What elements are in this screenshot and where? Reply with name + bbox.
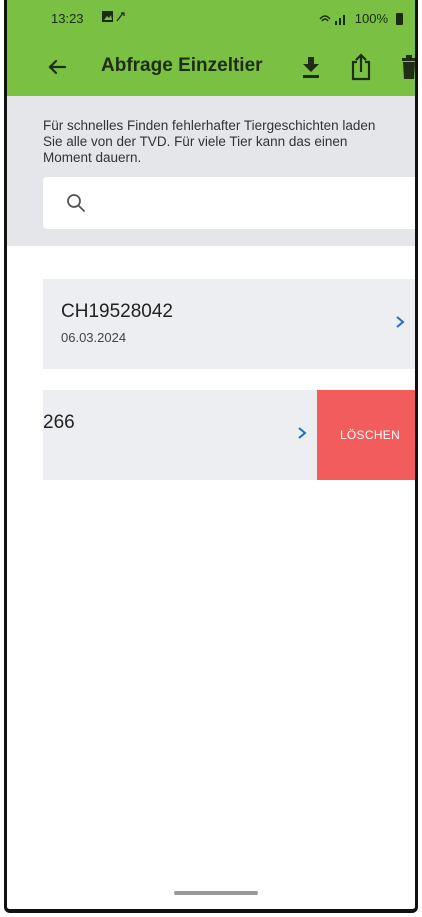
notification-icons (101, 10, 131, 27)
battery-icon (396, 12, 403, 25)
download-icon (303, 57, 319, 78)
list-item[interactable]: CH19528042 06.03.2024 (43, 279, 415, 369)
swipe-delete-button[interactable]: LÖSCHEN (317, 390, 415, 480)
gesture-nav-handle[interactable] (174, 891, 258, 895)
status-bar: 13:23 100% (7, 0, 415, 40)
info-panel: Für schnelles Finden fehlerhafter Tierge… (7, 96, 415, 246)
battery-percent: 100% (354, 11, 388, 26)
animal-date: 06.03.2024 (61, 330, 127, 345)
search-icon (67, 194, 85, 212)
search-input[interactable] (43, 177, 415, 229)
app-bar: Abfrage Einzeltier (7, 40, 415, 96)
trash-icon (402, 55, 415, 79)
share-icon (351, 53, 371, 81)
share-button[interactable] (347, 52, 375, 82)
gallery-icon (102, 11, 125, 22)
download-button[interactable] (297, 52, 325, 82)
back-button[interactable] (43, 53, 71, 81)
page-title: Abfrage Einzeltier (101, 55, 263, 76)
status-right: 100% (319, 11, 403, 26)
animal-id: CH19528042 (61, 301, 173, 322)
info-text: Für schnelles Finden fehlerhafter Tierge… (43, 118, 376, 165)
animal-id: 266 (43, 412, 75, 433)
arrow-left-icon (48, 59, 67, 75)
chevron-right-icon (298, 427, 307, 439)
delete-button[interactable] (395, 52, 415, 82)
list-item[interactable]: 266 LÖSCHEN (43, 390, 415, 480)
status-time: 13:23 (51, 11, 84, 26)
phone-screen: 13:23 100% Abfrage Einzeltier Für schnel… (4, 0, 418, 913)
signal-icon (319, 14, 345, 25)
chevron-right-icon (396, 316, 405, 328)
